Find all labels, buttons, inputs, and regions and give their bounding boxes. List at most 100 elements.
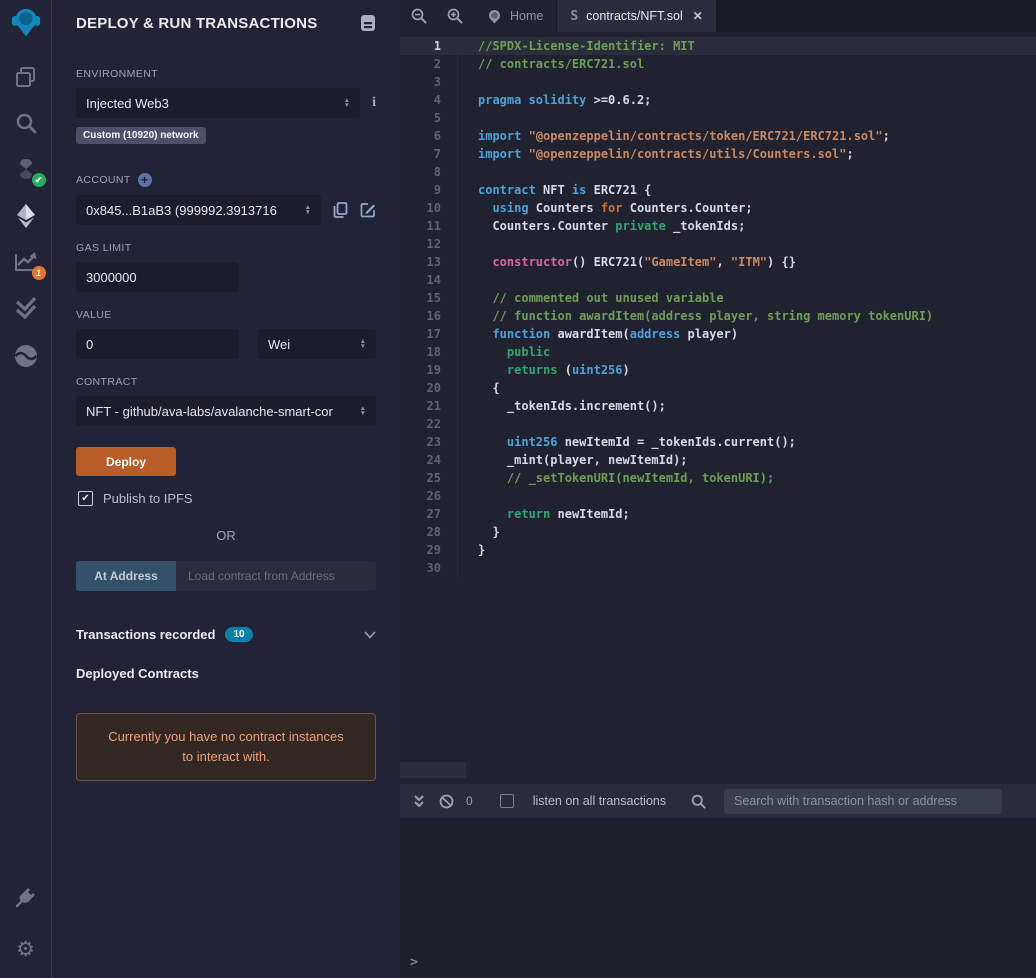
sourcify-plugin-icon[interactable]	[11, 341, 41, 371]
line-number: 20	[400, 379, 458, 397]
tab-nft-sol[interactable]: S contracts/NFT.sol ✕	[557, 0, 717, 32]
at-address-input[interactable]	[176, 561, 376, 591]
deploy-button[interactable]: Deploy	[76, 447, 176, 476]
tab-bar: Home S contracts/NFT.sol ✕	[400, 0, 1036, 32]
code-line: 23 uint256 newItemId = _tokenIds.current…	[400, 433, 1036, 451]
home-remix-icon	[489, 9, 500, 23]
environment-section: ENVIRONMENT Injected Web3 ▲ ▼ i Custom (1…	[76, 68, 376, 158]
listen-transactions-checkbox[interactable]	[499, 794, 514, 808]
code-line: 27 return newItemId;	[400, 505, 1036, 523]
value-unit: Wei	[268, 336, 291, 352]
pending-tx-count: 0	[466, 794, 473, 808]
line-number: 21	[400, 397, 458, 415]
transactions-recorded-label: Transactions recorded	[76, 627, 216, 642]
line-number: 22	[400, 415, 458, 433]
zoom-in-icon[interactable]	[442, 3, 468, 29]
panel-title: DEPLOY & RUN TRANSACTIONS	[76, 14, 318, 32]
code-line: 8	[400, 163, 1036, 181]
remix-logo	[11, 8, 40, 37]
compile-success-badge: ✔	[31, 173, 46, 187]
code-line: 13 constructor() ERC721("GameItem", "ITM…	[400, 253, 1036, 271]
line-number: 8	[400, 163, 458, 181]
value-unit-select[interactable]: Wei ▲ ▼	[258, 329, 376, 359]
terminal-search-icon	[691, 794, 706, 809]
line-number: 7	[400, 145, 458, 163]
add-account-icon[interactable]: +	[137, 173, 152, 187]
code-line: 5	[400, 109, 1036, 127]
remix-logo-icon[interactable]	[11, 8, 41, 38]
plugin-manager-icon[interactable]	[11, 882, 41, 912]
documentation-book-icon[interactable]	[360, 14, 376, 32]
value-amount: 0	[86, 336, 94, 352]
deployed-contracts-label: Deployed Contracts	[76, 666, 199, 681]
line-number: 2	[400, 55, 458, 73]
no-instances-alert: Currently you have no contract instances…	[76, 713, 376, 782]
code-line: 3	[400, 73, 1036, 91]
account-select[interactable]: 0x845...B1aB3 (999992.3913716 ▲ ▼	[76, 195, 321, 225]
code-line: 18 public	[400, 343, 1036, 361]
code-line: 20 {	[400, 379, 1036, 397]
gas-limit-label: GAS LIMIT	[76, 242, 132, 254]
expand-terminal-icon[interactable]	[410, 794, 428, 808]
line-number: 30	[400, 559, 458, 577]
line-number: 14	[400, 271, 458, 289]
environment-select[interactable]: Injected Web3 ▲ ▼	[76, 88, 361, 118]
environment-info-icon[interactable]: i	[372, 95, 376, 111]
line-number: 4	[400, 91, 458, 109]
static-analysis-icon[interactable]: 1	[11, 247, 46, 280]
at-address-button[interactable]: At Address	[76, 561, 176, 591]
deploy-run-panel: DEPLOY & RUN TRANSACTIONS ENVIRONMENT In…	[52, 0, 400, 978]
code-lines: 1//SPDX-License-Identifier: MIT 2// contr…	[400, 37, 1036, 577]
close-tab-icon[interactable]: ✕	[693, 9, 703, 23]
select-arrows-icon: ▲ ▼	[359, 337, 366, 350]
file-explorer-icon[interactable]	[11, 62, 41, 92]
code-line: 17 function awardItem(address player)	[400, 325, 1036, 343]
code-line: 2// contracts/ERC721.sol	[400, 55, 1036, 73]
code-line: 12	[400, 235, 1036, 253]
code-editor[interactable]: 1//SPDX-License-Identifier: MIT 2// contr…	[400, 32, 1036, 784]
code-line: 15 // commented out unused variable	[400, 289, 1036, 307]
code-line: 28 }	[400, 523, 1036, 541]
code-line: 30	[400, 559, 1036, 577]
tab-home[interactable]: Home	[474, 0, 558, 32]
terminal-prompt: >	[410, 955, 418, 970]
settings-gear-icon[interactable]: ⚙	[11, 934, 41, 964]
chevron-down-icon[interactable]	[364, 630, 376, 639]
line-number: 17	[400, 325, 458, 343]
contract-value: NFT - github/ava-labs/avalanche-smart-co…	[86, 403, 333, 419]
tab-home-label: Home	[510, 9, 544, 23]
line-number: 1	[400, 37, 458, 55]
code-line: 14	[400, 271, 1036, 289]
code-line: 25 // _setTokenURI(newItemId, tokenURI);	[400, 469, 1036, 487]
line-number: 13	[400, 253, 458, 271]
gas-limit-value: 3000000	[86, 269, 137, 285]
terminal-output[interactable]: >	[400, 818, 1036, 978]
copy-account-icon[interactable]	[333, 202, 348, 218]
transactions-recorded-row[interactable]: Transactions recorded 10	[76, 627, 376, 642]
terminal-search-input[interactable]	[724, 788, 1002, 814]
line-number: 5	[400, 109, 458, 127]
deploy-run-icon[interactable]	[11, 201, 41, 231]
contract-select[interactable]: NFT - github/ava-labs/avalanche-smart-co…	[76, 396, 376, 426]
line-number: 28	[400, 523, 458, 541]
zoom-out-icon[interactable]	[406, 3, 432, 29]
line-number: 12	[400, 235, 458, 253]
clear-console-icon[interactable]	[437, 794, 455, 809]
code-line: 22	[400, 415, 1036, 433]
line-number: 15	[400, 289, 458, 307]
unit-testing-icon[interactable]	[11, 293, 41, 323]
select-arrows-icon: ▲ ▼	[359, 404, 366, 417]
search-icon[interactable]	[11, 108, 41, 138]
solidity-compiler-icon[interactable]: ✔	[11, 154, 46, 187]
line-number: 10	[400, 199, 458, 217]
environment-label: ENVIRONMENT	[76, 68, 158, 80]
horizontal-scrollbar-thumb[interactable]	[400, 762, 466, 778]
transactions-count-badge: 10	[225, 627, 253, 642]
publish-ipfs-checkbox[interactable]	[78, 491, 93, 506]
edit-account-icon[interactable]	[360, 202, 376, 218]
line-number: 27	[400, 505, 458, 523]
solidity-file-icon: S	[570, 8, 579, 24]
gas-limit-input[interactable]: 3000000	[76, 262, 239, 292]
value-input[interactable]: 0	[76, 329, 239, 359]
publish-ipfs-label: Publish to IPFS	[103, 491, 193, 506]
